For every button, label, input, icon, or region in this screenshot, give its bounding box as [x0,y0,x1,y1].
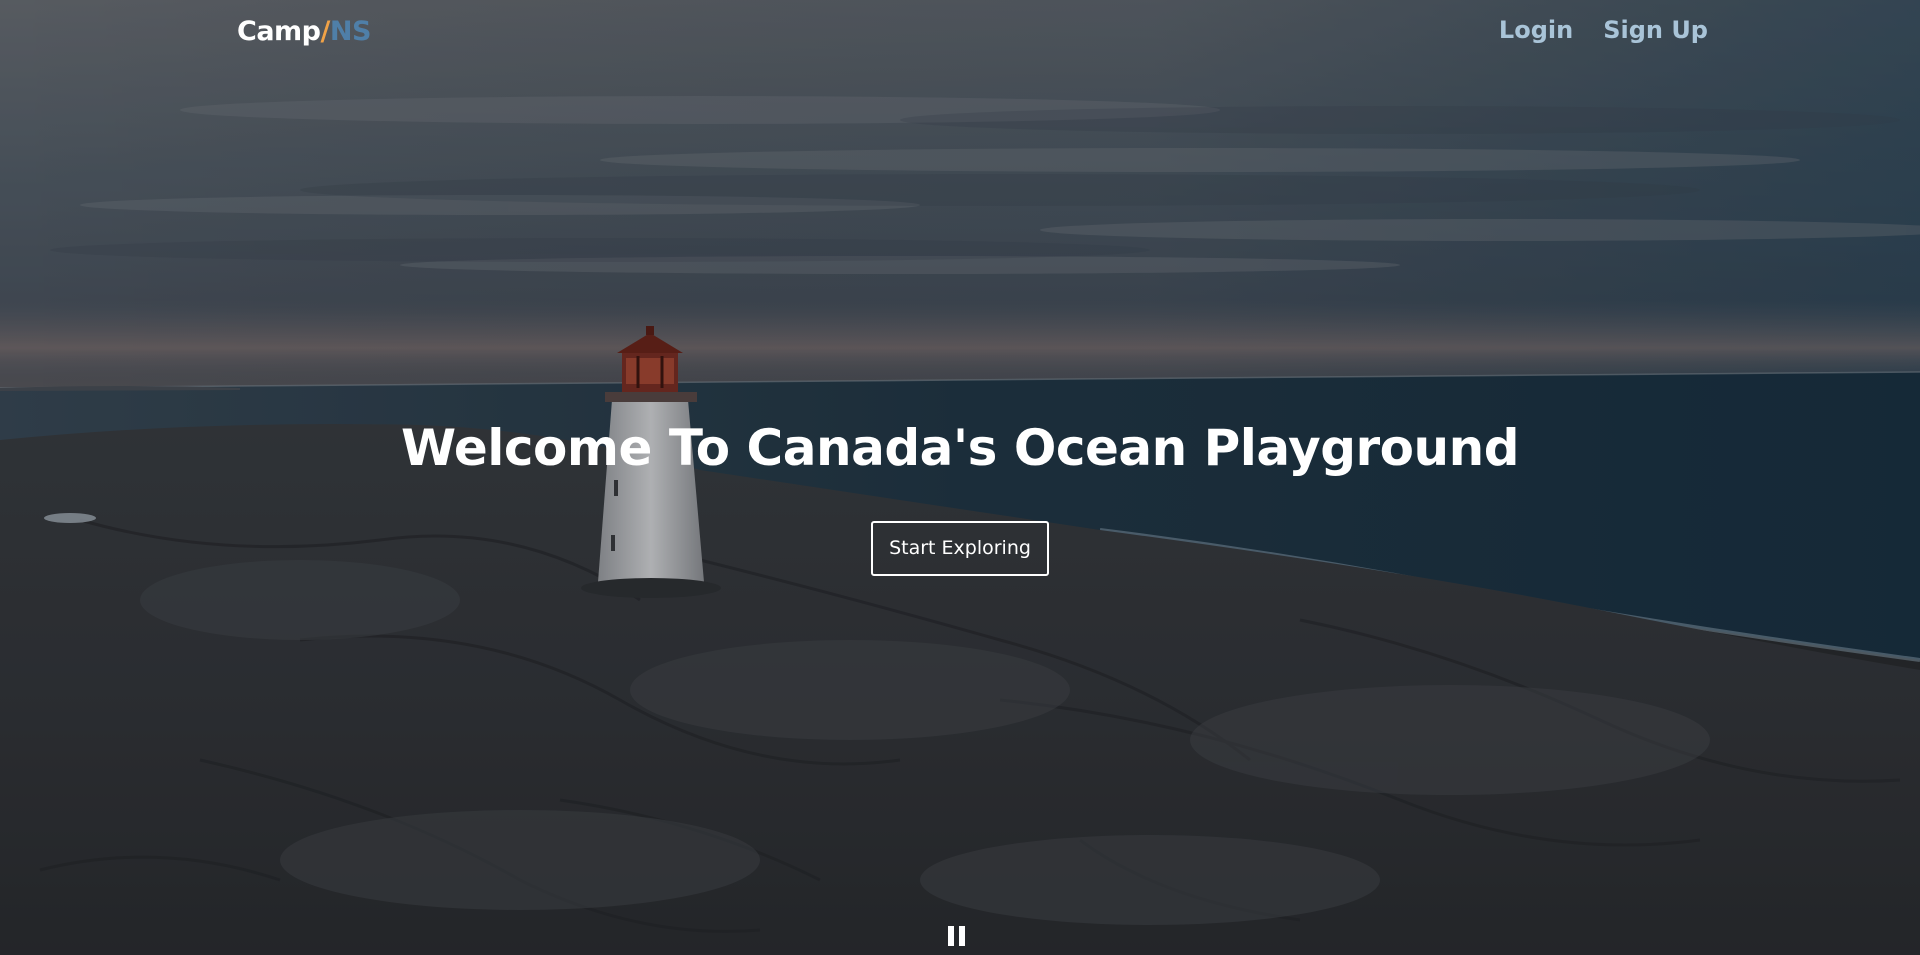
pause-bar-right [959,926,965,946]
landing-page: Camp/NS Login Sign Up Welcome To Canada'… [0,0,1920,955]
brand-camp: Camp [237,16,321,47]
pause-icon[interactable] [948,926,966,946]
brand-ns: NS [329,16,372,47]
hero-section: Welcome To Canada's Ocean Playground Sta… [0,410,1920,576]
brand-logo[interactable]: Camp/NS [237,16,371,47]
signup-link[interactable]: Sign Up [1603,16,1708,44]
pause-bar-left [948,926,954,946]
start-exploring-button[interactable]: Start Exploring [871,521,1049,576]
top-navbar: Camp/NS Login Sign Up [0,0,1920,66]
login-link[interactable]: Login [1499,16,1573,44]
hero-title: Welcome To Canada's Ocean Playground [401,419,1520,477]
brand-slash: / [320,16,331,47]
nav-links: Login Sign Up [1499,16,1708,44]
